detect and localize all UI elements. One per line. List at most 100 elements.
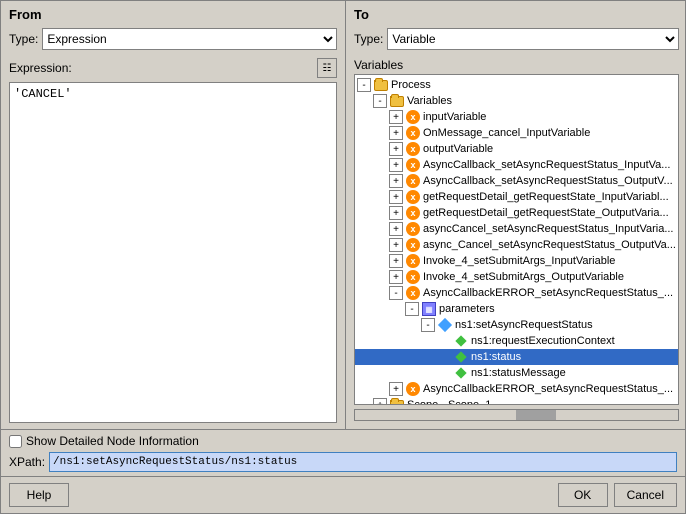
tree-container[interactable]: - Process - Variables — [354, 74, 679, 405]
var-icon-get2: x — [405, 206, 421, 220]
from-type-select[interactable]: Expression Variable Literal — [42, 28, 337, 50]
tree-label-invoke1: Invoke_4_setSubmitArgs_InputVariable — [423, 255, 676, 267]
tree-label-async1: AsyncCallback_setAsyncRequestStatus_Inpu… — [423, 159, 676, 171]
scrollbar-thumb[interactable] — [516, 410, 556, 420]
tree-item-get1[interactable]: + x getRequestDetail_getRequestState_Inp… — [355, 189, 678, 205]
folder-icon-variables — [389, 94, 405, 108]
tree-item-variables[interactable]: - Variables — [355, 93, 678, 109]
tree-item-onmessage[interactable]: + x OnMessage_cancel_InputVariable — [355, 125, 678, 141]
tree-item-inputVariable[interactable]: + x inputVariable — [355, 109, 678, 125]
tree-label-process: Process — [391, 79, 676, 91]
to-type-label: Type: — [354, 32, 383, 46]
tree-label-reqexec: ns1:requestExecutionContext — [471, 335, 676, 347]
tree-item-asyncerr[interactable]: - x AsyncCallbackERROR_setAsyncRequestSt… — [355, 285, 678, 301]
to-title: To — [354, 7, 679, 22]
to-panel: To Type: Variable Expression Literal Var… — [346, 1, 686, 429]
bottom-area: Show Detailed Node Information XPath: — [1, 429, 685, 476]
expander-reqexec — [437, 334, 451, 348]
expander-setasync[interactable]: - — [421, 318, 435, 332]
expander-scope[interactable]: + — [373, 398, 387, 405]
show-detailed-label: Show Detailed Node Information — [26, 434, 199, 448]
expander-async1[interactable]: + — [389, 158, 403, 172]
expression-area[interactable]: 'CANCEL' — [9, 82, 337, 423]
from-title: From — [9, 7, 337, 22]
top-panels: From Type: Expression Variable Literal E… — [1, 1, 685, 429]
to-type-select[interactable]: Variable Expression Literal — [387, 28, 679, 50]
expander-process[interactable]: - — [357, 78, 371, 92]
tree-item-get2[interactable]: + x getRequestDetail_getRequestState_Out… — [355, 205, 678, 221]
tree-label-get2: getRequestDetail_getRequestState_OutputV… — [423, 207, 676, 219]
tree-label-async4: async_Cancel_setAsyncRequestStatus_Outpu… — [423, 239, 676, 251]
cancel-button[interactable]: Cancel — [614, 483, 677, 507]
tree-label-status: ns1:status — [471, 351, 676, 363]
from-left-content: Expression: ☷ 'CANCEL' — [9, 58, 337, 423]
var-icon-inputVariable: x — [405, 110, 421, 124]
diamond-icon-status — [453, 350, 469, 364]
tree-item-process[interactable]: - Process — [355, 77, 678, 93]
from-panel: From Type: Expression Variable Literal E… — [1, 1, 346, 429]
expander-variables[interactable]: - — [373, 94, 387, 108]
expander-async2[interactable]: + — [389, 174, 403, 188]
main-dialog: From Type: Expression Variable Literal E… — [0, 0, 686, 514]
folder-icon-scope — [389, 398, 405, 405]
scrollbar-track[interactable] — [354, 409, 679, 421]
calc-icon[interactable]: ☷ — [317, 58, 337, 78]
expander-get1[interactable]: + — [389, 190, 403, 204]
expander-async3[interactable]: + — [389, 222, 403, 236]
var-icon-onmessage: x — [405, 126, 421, 140]
var-icon-async4: x — [405, 238, 421, 252]
params-icon: ▦ — [421, 302, 437, 316]
footer: Help OK Cancel — [1, 476, 685, 513]
tree-item-async4[interactable]: + x async_Cancel_setAsyncRequestStatus_O… — [355, 237, 678, 253]
tree-item-invoke2[interactable]: + x Invoke_4_setSubmitArgs_OutputVariabl… — [355, 269, 678, 285]
tree-label-parameters: parameters — [439, 303, 676, 315]
ok-button[interactable]: OK — [558, 483, 608, 507]
tree-label-async3: asyncCancel_setAsyncRequestStatus_InputV… — [423, 223, 676, 235]
tree-label-invoke2: Invoke_4_setSubmitArgs_OutputVariable — [423, 271, 676, 283]
diamond-icon-reqexec — [453, 334, 469, 348]
expander-outputVariable[interactable]: + — [389, 142, 403, 156]
expander-parameters[interactable]: - — [405, 302, 419, 316]
expression-row: Expression: ☷ — [9, 58, 337, 78]
expander-async4[interactable]: + — [389, 238, 403, 252]
expander-invoke1[interactable]: + — [389, 254, 403, 268]
tree-item-async2[interactable]: + x AsyncCallback_setAsyncRequestStatus_… — [355, 173, 678, 189]
tree-item-outputVariable[interactable]: + x outputVariable — [355, 141, 678, 157]
expression-value: 'CANCEL' — [14, 87, 72, 101]
tree-item-parameters[interactable]: - ▦ parameters — [355, 301, 678, 317]
var-icon-outputVariable: x — [405, 142, 421, 156]
tree-item-scope[interactable]: + Scope - Scope_1 — [355, 397, 678, 405]
from-type-label: Type: — [9, 32, 38, 46]
tree-label-asyncerr2: AsyncCallbackERROR_setAsyncRequestStatus… — [423, 383, 676, 395]
tree-item-setasync[interactable]: - ns1:setAsyncRequestStatus — [355, 317, 678, 333]
expander-get2[interactable]: + — [389, 206, 403, 220]
var-icon-asyncerr: x — [405, 286, 421, 300]
expander-onmessage[interactable]: + — [389, 126, 403, 140]
expander-inputVariable[interactable]: + — [389, 110, 403, 124]
tree-label-scope: Scope - Scope_1 — [407, 399, 676, 405]
tree-item-async1[interactable]: + x AsyncCallback_setAsyncRequestStatus_… — [355, 157, 678, 173]
help-button[interactable]: Help — [9, 483, 69, 507]
var-icon-async3: x — [405, 222, 421, 236]
expander-asyncerr2[interactable]: + — [389, 382, 403, 396]
tree-item-statusmsg[interactable]: ns1:statusMessage — [355, 365, 678, 381]
xpath-label: XPath: — [9, 455, 45, 469]
tree-label-onmessage: OnMessage_cancel_InputVariable — [423, 127, 676, 139]
tree-label-get1: getRequestDetail_getRequestState_InputVa… — [423, 191, 676, 203]
var-icon-invoke2: x — [405, 270, 421, 284]
diamond-icon-setasync — [437, 318, 453, 332]
show-detailed-checkbox[interactable] — [9, 435, 22, 448]
expander-invoke2[interactable]: + — [389, 270, 403, 284]
diamond-icon-statusmsg — [453, 366, 469, 380]
tree-item-asyncerr2[interactable]: + x AsyncCallbackERROR_setAsyncRequestSt… — [355, 381, 678, 397]
tree-item-reqexec[interactable]: ns1:requestExecutionContext — [355, 333, 678, 349]
xpath-row: XPath: — [9, 452, 677, 472]
xpath-input[interactable] — [49, 452, 677, 472]
tree-item-status[interactable]: ns1:status — [355, 349, 678, 365]
tree-item-async3[interactable]: + x asyncCancel_setAsyncRequestStatus_In… — [355, 221, 678, 237]
expander-asyncerr[interactable]: - — [389, 286, 403, 300]
tree-item-invoke1[interactable]: + x Invoke_4_setSubmitArgs_InputVariable — [355, 253, 678, 269]
expander-statusmsg — [437, 366, 451, 380]
horizontal-scrollbar[interactable] — [354, 407, 679, 423]
tree-scroll-area: - Process - Variables — [355, 75, 678, 405]
